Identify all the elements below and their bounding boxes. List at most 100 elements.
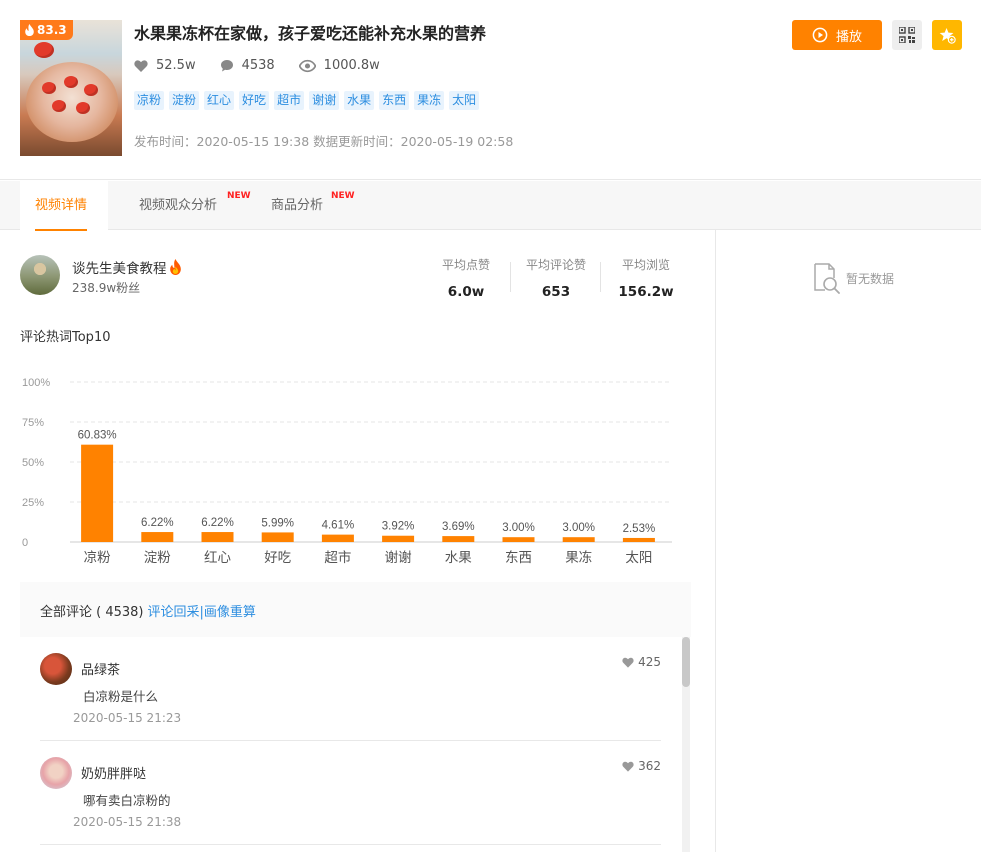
y-tick-label: 0	[22, 537, 28, 549]
comment-like-count: 362	[638, 759, 661, 773]
bar-value-label: 2.53%	[623, 523, 656, 535]
tag[interactable]: 好吃	[239, 91, 270, 110]
y-tick-label: 25%	[22, 497, 44, 509]
play-button-label: 播放	[835, 28, 862, 44]
x-tick-label: 谢谢	[385, 550, 412, 566]
scrollbar-thumb[interactable]	[682, 637, 690, 687]
tag[interactable]: 果冻	[414, 91, 445, 110]
qr-code-button[interactable]	[892, 20, 922, 50]
thumbnail-strawberry	[84, 84, 98, 96]
video-title[interactable]: 水果果冻杯在家做，孩子爱吃还能补充水果的营养	[134, 20, 486, 44]
tab-label: 商品分析	[271, 198, 324, 213]
avg-label: 平均浏览	[621, 258, 670, 272]
tab-label: 视频观众分析	[139, 198, 218, 213]
refresh-comments-link[interactable]: 评论回采|画像重算	[148, 605, 256, 620]
bar	[502, 537, 535, 542]
bar	[442, 536, 475, 542]
bar	[321, 534, 354, 542]
x-tick-label: 水果	[445, 550, 472, 566]
tag[interactable]: 水果	[344, 91, 375, 110]
comments-header-text: 全部评论 ( 4538)	[40, 605, 144, 620]
qr-code-icon	[899, 27, 915, 43]
comment-item: 奶奶胖胖哒 哪有卖白凉粉的 2020-05-15 21:38 362	[40, 741, 661, 845]
comment-likes: 425	[622, 655, 661, 669]
avg-value: 156.2w	[618, 284, 674, 300]
tag[interactable]: 东西	[379, 91, 410, 110]
video-thumbnail[interactable]	[20, 20, 122, 156]
panel-divider	[715, 230, 716, 852]
x-tick-label: 东西	[505, 550, 532, 566]
tag[interactable]: 太阳	[449, 91, 480, 110]
heart-icon	[622, 657, 634, 668]
favorite-button[interactable]	[932, 20, 962, 50]
publish-time: 发布时间：2020-05-15 19:38	[134, 134, 310, 149]
commenter-avatar[interactable]	[40, 653, 72, 685]
comments-stat: 4538	[220, 58, 275, 73]
y-tick-label: 75%	[22, 417, 44, 429]
empty-state: 暂无数据	[812, 262, 894, 294]
star-add-icon	[939, 27, 956, 44]
views-stat: 1000.8w	[298, 58, 380, 73]
views-count: 1000.8w	[323, 58, 380, 73]
avg-value: 653	[541, 284, 571, 300]
comment-likes: 362	[622, 759, 661, 773]
new-badge: NEW	[227, 191, 251, 201]
update-time: 数据更新时间：2020-05-19 02:58	[313, 134, 514, 149]
thumbnail-bowl	[26, 62, 118, 142]
document-search-icon	[814, 263, 840, 294]
tab-audience-analysis[interactable]: 视频观众分析	[139, 181, 217, 230]
likes-stat: 52.5w	[134, 58, 196, 73]
thumbnail-strawberry	[64, 76, 78, 88]
author-avatar[interactable]	[20, 255, 60, 295]
author-name[interactable]: 谈先生美食教程	[72, 257, 182, 277]
tag-list: 凉粉 淀粉 红心 好吃 超市 谢谢 水果 东西 果冻 太阳	[134, 91, 480, 110]
thumbnail-strawberry	[76, 102, 90, 114]
commenter-avatar[interactable]	[40, 757, 72, 789]
x-tick-label: 太阳	[625, 550, 652, 566]
stat-separator	[510, 262, 511, 292]
bar	[81, 444, 114, 542]
x-tick-label: 红心	[204, 550, 231, 566]
hot-score-value: 83.3	[37, 23, 67, 37]
fire-icon	[169, 259, 181, 275]
stat-separator	[600, 262, 601, 292]
tab-video-details[interactable]: 视频详情	[35, 181, 88, 231]
play-button[interactable]: 播放	[792, 20, 882, 50]
x-tick-label: 好吃	[264, 550, 291, 566]
heart-icon	[622, 761, 634, 772]
comment-text: 哪有卖白凉粉的	[83, 793, 171, 808]
bar	[261, 532, 294, 542]
avg-views: 平均浏览 156.2w	[614, 256, 678, 300]
commenter-name[interactable]: 品绿茶	[81, 659, 120, 678]
x-tick-label: 凉粉	[84, 550, 111, 566]
thumbnail-strawberry	[42, 82, 56, 94]
author-fans: 238.9w粉丝	[72, 281, 141, 295]
x-tick-label: 果冻	[565, 550, 592, 566]
bar	[622, 537, 655, 542]
avg-comment-likes: 平均评论赞 653	[522, 256, 590, 300]
hotwords-title: 评论热词Top10	[20, 330, 111, 345]
tag[interactable]: 淀粉	[169, 91, 200, 110]
comment-time: 2020-05-15 21:23	[73, 711, 182, 725]
avg-value: 6.0w	[447, 284, 485, 300]
bar	[562, 537, 595, 542]
hotwords-bar-chart: 0 25% 50% 75% 100% 60.83% 凉粉 6.22% 淀粉 6.22% 红心 5.99…	[22, 377, 672, 566]
bar-value-label: 4.61%	[322, 520, 355, 532]
tag[interactable]: 凉粉	[134, 91, 165, 110]
comment-text: 白凉粉是什么	[83, 689, 159, 704]
avg-label: 平均评论赞	[525, 258, 586, 272]
y-tick-label: 50%	[22, 457, 44, 469]
eye-icon	[298, 59, 316, 72]
tag[interactable]: 超市	[274, 91, 305, 110]
tag[interactable]: 谢谢	[309, 91, 340, 110]
bar-value-label: 60.83%	[78, 430, 117, 442]
thumbnail-strawberry	[52, 100, 66, 112]
commenter-name[interactable]: 奶奶胖胖哒	[81, 763, 146, 782]
comments-header: 全部评论 ( 4538) 评论回采|画像重算	[40, 601, 256, 620]
comment-item: 品绿茶 白凉粉是什么 2020-05-15 21:23 425	[40, 637, 661, 741]
tab-product-analysis[interactable]: 商品分析	[271, 181, 323, 230]
bar-value-label: 5.99%	[261, 517, 294, 529]
comment-scrollbar[interactable]	[682, 637, 690, 852]
comment-bubble-icon	[220, 59, 233, 71]
tag[interactable]: 红心	[204, 91, 235, 110]
